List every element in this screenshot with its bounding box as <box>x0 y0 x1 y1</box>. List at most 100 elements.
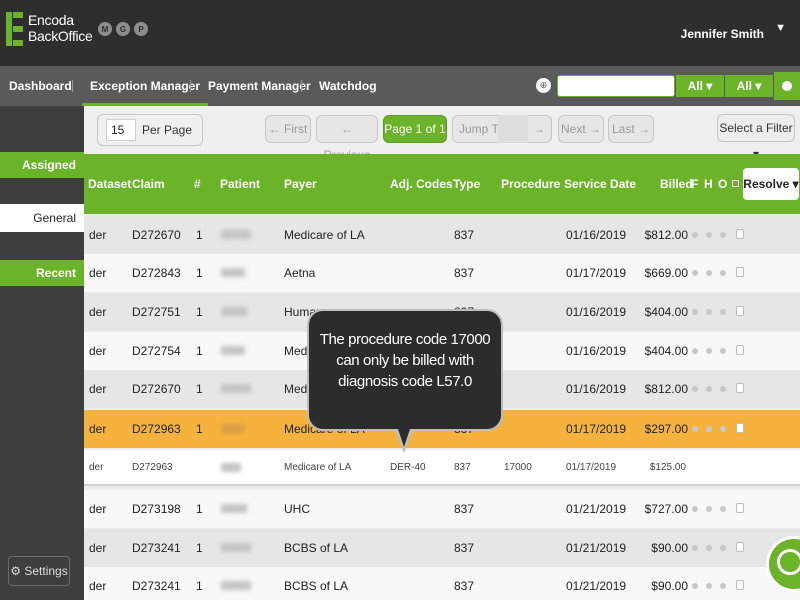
first-page-button[interactable]: ← First <box>265 115 311 143</box>
app-pill-g[interactable]: G <box>116 22 130 36</box>
flag-f-icon[interactable] <box>692 506 698 512</box>
nav-dashboard[interactable]: Dashboard <box>9 66 72 106</box>
previous-page-button[interactable]: ← Previous <box>316 115 378 162</box>
nav-watchdog[interactable]: Watchdog <box>319 66 377 106</box>
row-checkbox[interactable] <box>736 306 744 316</box>
table-row[interactable]: der D272843 1 Aetna 837 01/17/2019 $669.00 <box>84 254 800 292</box>
patient-name-redacted <box>221 307 247 316</box>
sidebar-item-recent[interactable]: Recent <box>0 260 84 286</box>
column-billed[interactable]: Billed <box>660 154 693 214</box>
flag-h-icon[interactable] <box>706 309 712 315</box>
cell-dataset: der <box>89 422 107 436</box>
table-detail-row[interactable]: der D272963 Medicare of LA DER-40 837 17000 01… <box>84 450 800 486</box>
flag-f-icon[interactable] <box>692 583 698 589</box>
row-checkbox[interactable] <box>736 542 744 552</box>
jump-to-input[interactable] <box>498 115 528 143</box>
flag-h-icon[interactable] <box>706 270 712 276</box>
column-payer[interactable]: Payer <box>284 154 317 214</box>
flag-o-icon[interactable] <box>720 348 726 354</box>
flag-o-icon[interactable] <box>720 232 726 238</box>
flag-f-icon[interactable] <box>692 270 698 276</box>
sidebar-item-general[interactable]: General <box>0 204 84 232</box>
patient-name-redacted <box>221 543 251 552</box>
sidebar-item-assigned[interactable]: Assigned <box>0 152 84 178</box>
patient-name-redacted <box>221 268 245 277</box>
cell-adj-codes: DER-40 <box>390 462 426 473</box>
flag-h-icon[interactable] <box>706 348 712 354</box>
column-dataset[interactable]: Dataset <box>88 154 131 214</box>
flag-o-icon[interactable] <box>720 386 726 392</box>
cell-type: 837 <box>454 266 475 280</box>
per-page-input[interactable]: 15 <box>106 119 136 141</box>
cell-dataset: der <box>89 382 107 396</box>
per-page-button[interactable]: Per Page → <box>142 115 202 167</box>
cell-service-date: 01/17/2019 <box>566 266 627 280</box>
column-number[interactable]: # <box>194 154 201 214</box>
resolve-button[interactable]: Resolve ▾ <box>743 168 799 200</box>
encoda-logo[interactable]: Encoda BackOffice <box>6 12 93 52</box>
flag-h-icon[interactable] <box>706 583 712 589</box>
table-row[interactable]: der D273241 1 BCBS of LA 837 01/21/2019 $90.00 <box>84 529 800 567</box>
column-service-date[interactable]: Service Date <box>564 154 636 214</box>
flag-f-icon[interactable] <box>692 348 698 354</box>
nav-exception-manager[interactable]: Exception Manager <box>81 66 209 106</box>
flag-o-icon[interactable] <box>720 545 726 551</box>
flag-h-icon[interactable] <box>706 386 712 392</box>
flag-h-icon[interactable] <box>706 545 712 551</box>
filter-dropdown-1[interactable]: All ▾ <box>676 75 724 97</box>
flag-h-icon[interactable] <box>706 426 712 432</box>
flag-o-icon[interactable] <box>720 583 726 589</box>
flag-f-icon[interactable] <box>692 426 698 432</box>
flag-f-icon[interactable] <box>692 386 698 392</box>
next-page-button[interactable]: Next → <box>558 115 604 143</box>
table-row[interactable]: der D273241 1 BCBS of LA 837 01/21/2019 $90.00 <box>84 567 800 600</box>
row-checkbox[interactable] <box>736 383 744 393</box>
flag-o-icon[interactable] <box>720 270 726 276</box>
settings-button[interactable]: ⚙ Settings <box>8 556 70 586</box>
column-procedure[interactable]: Procedure <box>501 154 560 214</box>
cell-dataset: der <box>89 541 107 555</box>
flag-h-icon[interactable] <box>706 232 712 238</box>
user-name[interactable]: Jennifer Smith <box>681 27 764 41</box>
select-all-checkbox[interactable] <box>732 180 739 187</box>
row-checkbox[interactable] <box>736 229 744 239</box>
nav-options-button[interactable] <box>774 72 800 100</box>
column-patient[interactable]: Patient <box>220 154 260 214</box>
row-checkbox[interactable] <box>736 423 744 433</box>
cell-procedure: 17000 <box>504 462 532 473</box>
table-row[interactable]: der D272670 1 Medicare of LA 837 01/16/2019 $8… <box>84 216 800 254</box>
app-pill-p[interactable]: P <box>134 22 148 36</box>
last-page-button[interactable]: Last → <box>608 115 654 143</box>
flag-h-icon[interactable] <box>706 506 712 512</box>
cell-service-date: 01/21/2019 <box>566 579 627 593</box>
search-icon[interactable]: ⊕ <box>536 78 551 93</box>
row-checkbox[interactable] <box>736 345 744 355</box>
app-pill-m[interactable]: M <box>98 22 112 36</box>
flag-f-icon[interactable] <box>692 545 698 551</box>
column-claim[interactable]: Claim <box>132 154 165 214</box>
flag-f-icon[interactable] <box>692 309 698 315</box>
flag-f-icon[interactable] <box>692 232 698 238</box>
row-checkbox[interactable] <box>736 503 744 513</box>
cell-claim: D273198 <box>132 502 181 516</box>
flag-o-icon[interactable] <box>720 506 726 512</box>
patient-name-redacted <box>221 346 245 355</box>
flag-o-icon[interactable] <box>720 309 726 315</box>
row-checkbox[interactable] <box>736 267 744 277</box>
cell-dataset: der <box>89 305 107 319</box>
search-input[interactable] <box>557 75 675 97</box>
column-h: H <box>704 177 713 191</box>
select-filter-button[interactable]: Select a Filter ▾ <box>717 114 795 161</box>
column-adj-codes[interactable]: Adj. Codes <box>390 154 453 214</box>
table-row[interactable]: der D273198 1 UHC 837 01/21/2019 $727.00 <box>84 490 800 528</box>
row-checkbox[interactable] <box>736 580 744 590</box>
user-menu-caret-icon[interactable]: ▼ <box>775 22 786 34</box>
cell-number: 1 <box>196 422 203 436</box>
cell-number: 1 <box>196 344 203 358</box>
column-type[interactable]: Type <box>453 154 480 214</box>
nav-payment-manager[interactable]: Payment Manager <box>208 66 311 106</box>
dot-icon <box>782 81 792 91</box>
cell-dataset: der <box>89 266 107 280</box>
filter-dropdown-2[interactable]: All ▾ <box>725 75 773 97</box>
flag-o-icon[interactable] <box>720 426 726 432</box>
